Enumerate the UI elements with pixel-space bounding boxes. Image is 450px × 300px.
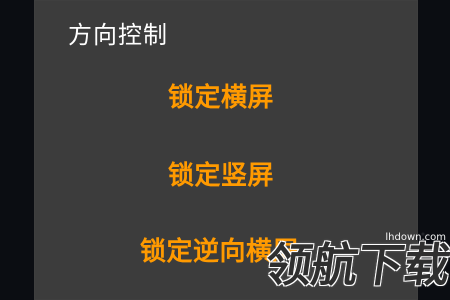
screen: 方向控制 锁定横屏 锁定竖屏 锁定逆向横屏 lhdown.com 领航下载	[0, 0, 450, 300]
lock-portrait-option[interactable]: 锁定竖屏	[168, 160, 274, 192]
lock-reverse-landscape-option[interactable]: 锁定逆向横屏	[140, 236, 299, 268]
lock-landscape-option[interactable]: 锁定横屏	[168, 82, 274, 114]
dialog-title: 方向控制	[68, 21, 168, 49]
